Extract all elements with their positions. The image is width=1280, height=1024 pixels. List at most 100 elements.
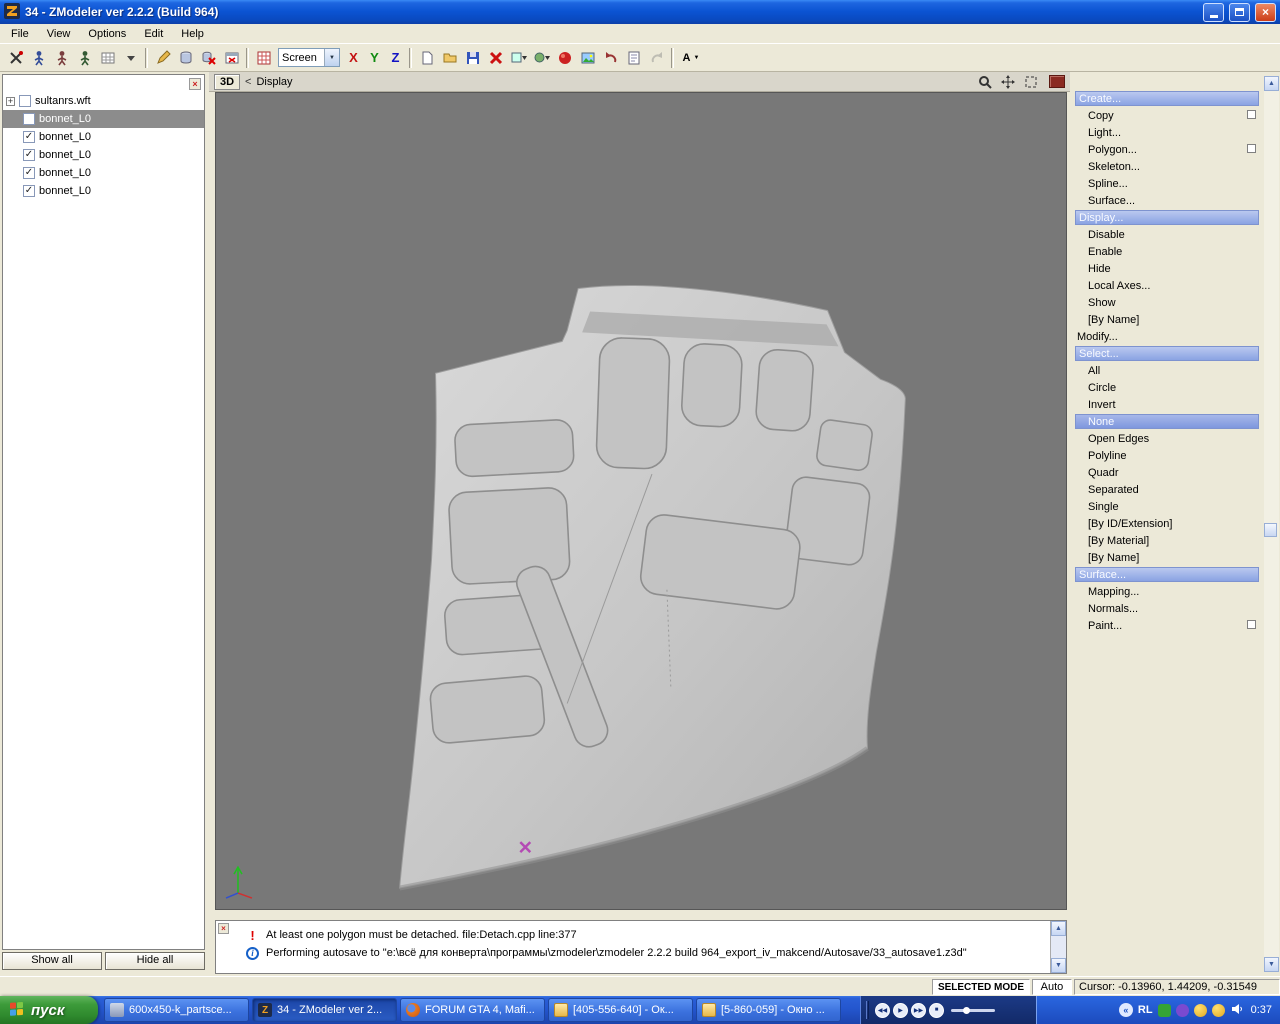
menu-item-options[interactable]: Options	[79, 26, 135, 42]
menu-item-file[interactable]: File	[2, 26, 38, 42]
cmd-item-by-id-extension[interactable]: [By ID/Extension]	[1075, 515, 1259, 532]
taskbar-task-600x450-k-partsce[interactable]: 600x450-k_partsce...	[104, 998, 249, 1022]
cmd-item-spline[interactable]: Spline...	[1075, 175, 1259, 192]
next-track-icon[interactable]: ▶▶	[911, 1002, 926, 1018]
antivirus-tray-icon[interactable]	[1157, 1003, 1171, 1017]
menu-item-edit[interactable]: Edit	[135, 26, 172, 42]
cmd-item-hide[interactable]: Hide	[1075, 260, 1259, 277]
start-button[interactable]: пуск	[0, 996, 98, 1024]
visibility-checkbox[interactable]: ✓	[23, 167, 35, 179]
window-titlebar[interactable]: 34 - ZModeler ver 2.2.2 (Build 964) ×	[0, 0, 1280, 24]
scrollbar-track[interactable]	[1264, 91, 1279, 957]
cmd-header-display[interactable]: Display...	[1075, 210, 1259, 225]
toolbar-grip[interactable]	[866, 1001, 869, 1019]
taskbar-task-5-860-059[interactable]: [5-860-059] - Окно ...	[696, 998, 841, 1022]
cmd-item-single[interactable]: Single	[1075, 498, 1259, 515]
cmd-item-quadr[interactable]: Quadr	[1075, 464, 1259, 481]
close-button[interactable]: ×	[1255, 2, 1276, 22]
menu-item-help[interactable]: Help	[172, 26, 213, 42]
tree-item-bonnet-l0[interactable]: ✓ bonnet_L0	[3, 128, 204, 146]
cmd-item-by-name[interactable]: [By Name]	[1075, 549, 1259, 566]
app-tray-icon[interactable]	[1175, 1003, 1189, 1017]
cmd-item-disable[interactable]: Disable	[1075, 226, 1259, 243]
tree-item-bonnet-l0[interactable]: ✓ bonnet_L0	[3, 164, 204, 182]
auto-indicator[interactable]: Auto	[1032, 979, 1072, 995]
axis-x-toggle[interactable]: X	[343, 47, 364, 68]
cmd-item-local-axes[interactable]: Local Axes...	[1075, 277, 1259, 294]
axis-z-toggle[interactable]: Z	[385, 47, 406, 68]
visibility-checkbox[interactable]	[23, 113, 35, 125]
visibility-checkbox[interactable]: ✓	[23, 149, 35, 161]
viewport-back-arrow[interactable]: <	[245, 76, 251, 88]
visibility-checkbox[interactable]: ✓	[23, 131, 35, 143]
save-file-icon[interactable]	[461, 47, 484, 69]
tree-item-bonnet-l0[interactable]: bonnet_L0	[3, 110, 204, 128]
cmd-item-separated[interactable]: Separated	[1075, 481, 1259, 498]
cmd-item-open-edges[interactable]: Open Edges	[1075, 430, 1259, 447]
volume-slider[interactable]	[951, 1006, 995, 1014]
open-file-icon[interactable]	[438, 47, 461, 69]
maximize-view-icon[interactable]	[1022, 74, 1040, 90]
command-options-checkbox[interactable]	[1247, 620, 1256, 629]
new-file-icon[interactable]	[415, 47, 438, 69]
visibility-checkbox[interactable]	[19, 95, 31, 107]
cmd-item-light[interactable]: Light...	[1075, 124, 1259, 141]
notes-icon[interactable]	[622, 47, 645, 69]
viewport-close-button[interactable]	[1049, 75, 1065, 88]
play-icon[interactable]: ▶	[893, 1002, 908, 1018]
volume-tray-icon[interactable]	[1230, 1002, 1244, 1019]
cmd-item-normals[interactable]: Normals...	[1075, 600, 1259, 617]
scroll-up-icon[interactable]: ▲	[1264, 76, 1279, 91]
expand-icon[interactable]: +	[6, 96, 15, 106]
viewport-layout-dropdown-icon[interactable]	[507, 47, 530, 69]
panel-close-icon[interactable]: ×	[189, 78, 201, 90]
messenger-tray-icon[interactable]	[1193, 1003, 1207, 1017]
cmd-item-surface[interactable]: Surface...	[1075, 192, 1259, 209]
primitive-cylinder-icon[interactable]	[174, 47, 197, 69]
scroll-up-icon[interactable]: ▲	[1051, 921, 1066, 936]
show-all-button[interactable]: Show all	[2, 952, 102, 970]
snap-grid-icon[interactable]	[252, 47, 275, 69]
skeleton-figure-icon-2[interactable]	[50, 47, 73, 69]
cmd-header-create[interactable]: Create...	[1075, 91, 1259, 106]
pan-icon[interactable]	[999, 74, 1017, 90]
cmd-header-surface[interactable]: Surface...	[1075, 567, 1259, 582]
cmd-item-mapping[interactable]: Mapping...	[1075, 583, 1259, 600]
undo-icon[interactable]	[599, 47, 622, 69]
cmd-item-skeleton[interactable]: Skeleton...	[1075, 158, 1259, 175]
cmd-header-modify[interactable]: Modify...	[1075, 328, 1259, 345]
log-scrollbar[interactable]: ▲ ▼	[1050, 921, 1066, 973]
command-options-checkbox[interactable]	[1247, 110, 1256, 119]
taskbar-task-34-zmodeler-ver-2[interactable]: 34 - ZModeler ver 2...	[252, 998, 397, 1022]
hide-all-button[interactable]: Hide all	[105, 952, 205, 970]
skeleton-figure-icon-3[interactable]	[73, 47, 96, 69]
scroll-down-icon[interactable]: ▼	[1264, 957, 1279, 972]
chat-tray-icon[interactable]	[1211, 1003, 1225, 1017]
scrollbar-thumb[interactable]	[1264, 523, 1277, 537]
scroll-down-icon[interactable]: ▼	[1051, 958, 1066, 973]
cmd-item-enable[interactable]: Enable	[1075, 243, 1259, 260]
cmd-item-all[interactable]: All	[1075, 362, 1259, 379]
bonnet-model[interactable]	[216, 93, 1066, 909]
visibility-checkbox[interactable]: ✓	[23, 185, 35, 197]
hide-icons-chevron-icon[interactable]: «	[1118, 1003, 1133, 1017]
transform-tool-icon[interactable]	[4, 47, 27, 69]
cmd-item-invert[interactable]: Invert	[1075, 396, 1259, 413]
taskbar-task-forum-gta-4-mafi[interactable]: FORUM GTA 4, Mafi...	[400, 998, 545, 1022]
commands-scrollbar[interactable]: ▲ ▼	[1264, 76, 1279, 972]
tool-options-dropdown-icon[interactable]	[119, 47, 142, 69]
maximize-button[interactable]	[1229, 2, 1250, 22]
tree-item-bonnet-l0[interactable]: ✓ bonnet_L0	[3, 146, 204, 164]
viewport-3d-tab[interactable]: 3D	[214, 73, 240, 90]
menu-item-view[interactable]: View	[38, 26, 80, 42]
grid-tool-icon[interactable]	[96, 47, 119, 69]
command-options-checkbox[interactable]	[1247, 144, 1256, 153]
cmd-item-paint[interactable]: Paint...	[1075, 617, 1259, 634]
stop-icon[interactable]: ■	[929, 1002, 944, 1018]
viewport-3d[interactable]	[215, 92, 1067, 910]
cmd-item-polyline[interactable]: Polyline	[1075, 447, 1259, 464]
tree-root-sultanrs-wft[interactable]: + sultanrs.wft	[3, 92, 204, 110]
cmd-item-circle[interactable]: Circle	[1075, 379, 1259, 396]
image-icon[interactable]	[576, 47, 599, 69]
screen-mode-combo[interactable]: Screen ▼	[278, 48, 340, 67]
